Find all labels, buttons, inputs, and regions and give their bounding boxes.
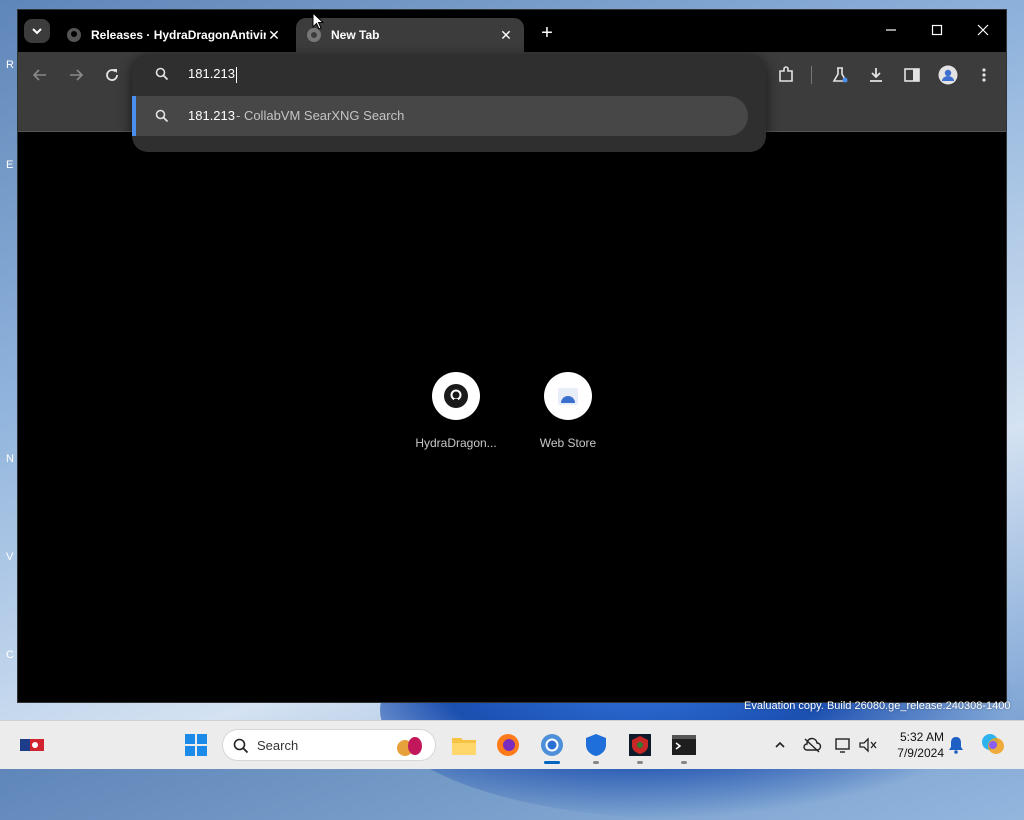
address-bar[interactable]: 181.213 — [132, 54, 766, 94]
minimize-button[interactable] — [868, 10, 914, 50]
terminal-button[interactable] — [670, 731, 698, 759]
volume-tray-icon[interactable] — [858, 735, 878, 755]
address-input[interactable]: 181.213 — [188, 66, 237, 83]
widgets-button[interactable] — [18, 731, 46, 759]
browser-window: Releases · HydraDragonAntivir ✕ New Tab … — [18, 10, 1006, 702]
cloud-off-icon — [803, 737, 822, 753]
omnibox-dropdown: 181.213 181.213 - CollabVM SearXNG Searc… — [132, 54, 766, 152]
search-highlight-icon — [397, 737, 422, 756]
widgets-icon — [20, 739, 44, 751]
chevron-down-icon — [32, 28, 42, 35]
system-clock[interactable]: 5:32 AM 7/9/2024 — [888, 729, 944, 761]
close-icon — [977, 24, 989, 36]
menu-button[interactable] — [972, 63, 996, 87]
start-button[interactable] — [182, 731, 210, 759]
extensions-button[interactable] — [774, 63, 798, 87]
address-input-value: 181.213 — [188, 66, 235, 81]
tab-title: New Tab — [331, 28, 380, 42]
taskbar: Search 5:32 AM 7/9/2024 — [0, 720, 1024, 769]
arrow-left-icon — [32, 69, 46, 81]
downloads-button[interactable] — [864, 63, 888, 87]
running-indicator — [681, 761, 687, 764]
evaluation-watermark: Evaluation copy. Build 26080.ge_release.… — [744, 700, 1011, 712]
chrome-taskbar-button[interactable] — [538, 731, 566, 759]
running-indicator — [593, 761, 599, 764]
more-vertical-icon — [982, 68, 986, 82]
selection-indicator — [132, 96, 136, 136]
back-button[interactable] — [28, 63, 52, 87]
folder-icon — [452, 738, 476, 755]
shield-icon — [586, 734, 606, 756]
tab-releases[interactable]: Releases · HydraDragonAntivir ✕ — [56, 18, 292, 52]
search-icon — [233, 738, 249, 754]
clock-date: 7/9/2024 — [897, 746, 944, 760]
hydradragon-button[interactable] — [626, 731, 654, 759]
tab-title: Releases · HydraDragonAntivir — [91, 28, 266, 42]
search-icon — [154, 66, 170, 82]
shortcut-label: Web Store — [539, 436, 597, 450]
defender-button[interactable] — [582, 731, 610, 759]
volume-muted-icon — [859, 737, 877, 753]
terminal-icon — [672, 735, 696, 755]
reload-icon — [106, 69, 118, 81]
github-icon — [432, 372, 480, 420]
active-app-indicator — [544, 761, 560, 764]
search-label: Search — [257, 738, 299, 753]
download-icon — [870, 68, 882, 82]
profile-button[interactable] — [936, 63, 960, 87]
new-tab-button[interactable]: + — [536, 22, 558, 44]
minimize-icon — [886, 29, 896, 31]
close-window-button[interactable] — [960, 10, 1006, 50]
forward-button[interactable] — [64, 63, 88, 87]
arrow-right-icon — [70, 69, 84, 81]
maximize-icon — [931, 24, 943, 36]
web-store-icon — [544, 372, 592, 420]
clock-time: 5:32 AM — [899, 730, 944, 744]
running-indicator — [637, 761, 643, 764]
avatar-icon — [938, 65, 958, 85]
close-tab-icon[interactable]: ✕ — [498, 27, 514, 43]
omnibox-suggestion[interactable]: 181.213 - CollabVM SearXNG Search — [132, 96, 748, 136]
hydradragon-icon — [629, 734, 651, 756]
toolbar-divider — [811, 66, 812, 84]
bell-icon — [949, 737, 963, 754]
notifications-button[interactable] — [946, 735, 966, 755]
show-hidden-icons-button[interactable] — [770, 735, 790, 755]
suggestion-query: 181.213 — [188, 108, 235, 123]
text-caret — [236, 66, 237, 83]
mouse-cursor-icon — [312, 12, 324, 30]
close-tab-icon[interactable]: ✕ — [266, 27, 282, 43]
chrome-icon — [541, 734, 563, 756]
taskbar-search[interactable]: Search — [222, 729, 436, 761]
network-icon — [835, 738, 850, 753]
tab-new-tab[interactable]: New Tab ✕ — [296, 18, 524, 52]
windows-icon — [185, 734, 207, 756]
flask-icon — [832, 67, 848, 83]
puzzle-icon — [779, 66, 793, 82]
side-panel-icon — [904, 68, 920, 82]
side-panel-button[interactable] — [900, 63, 924, 87]
reload-button[interactable] — [100, 63, 124, 87]
search-icon — [154, 108, 170, 124]
firefox-button[interactable] — [494, 731, 522, 759]
maximize-button[interactable] — [914, 10, 960, 50]
shortcut-label: HydraDragon... — [415, 436, 497, 450]
firefox-icon — [497, 734, 519, 756]
suggestion-provider: - CollabVM SearXNG Search — [236, 108, 405, 123]
tab-search-button[interactable] — [24, 19, 50, 43]
onedrive-tray-icon[interactable] — [802, 735, 822, 755]
labs-button[interactable] — [828, 63, 852, 87]
shortcut-hydradragon[interactable]: HydraDragon... — [408, 372, 504, 450]
network-tray-icon[interactable] — [834, 735, 854, 755]
file-explorer-button[interactable] — [450, 731, 478, 759]
shortcut-web-store[interactable]: Web Store — [520, 372, 616, 450]
chevron-up-icon — [775, 741, 785, 748]
github-icon — [66, 27, 82, 43]
copilot-icon — [982, 734, 1004, 754]
title-bar: Releases · HydraDragonAntivir ✕ New Tab … — [18, 10, 1006, 52]
copilot-button[interactable] — [980, 732, 1006, 758]
